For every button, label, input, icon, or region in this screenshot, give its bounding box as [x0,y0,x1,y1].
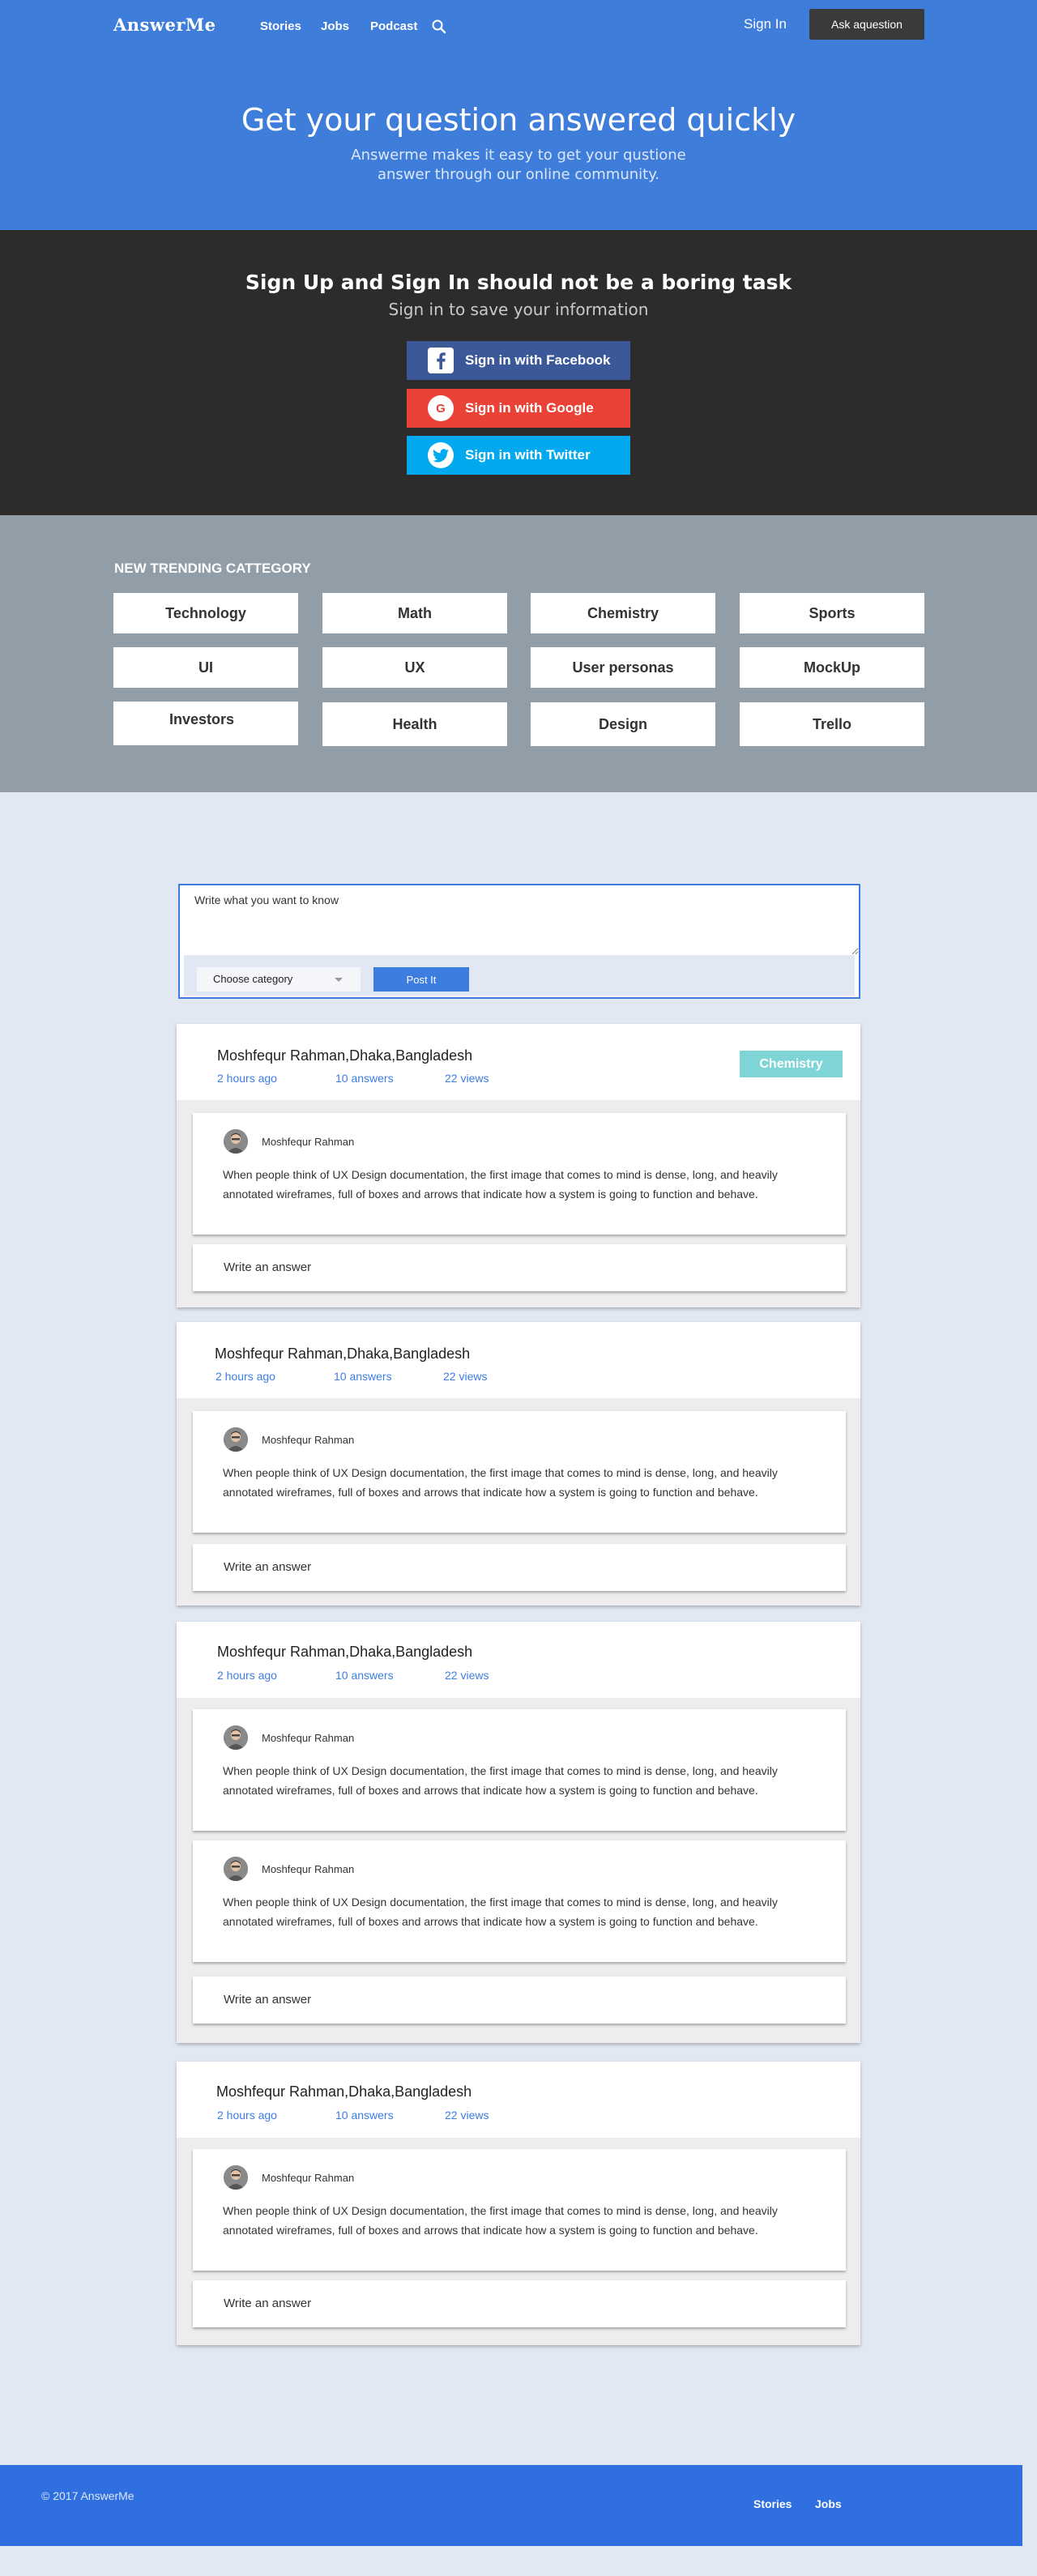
answer-text: When people think of UX Design documenta… [223,1168,778,1201]
google-icon: G [428,395,454,421]
copyright: © 2017 AnswerMe [41,2489,134,2502]
question-card: Moshfequr Rahman,Dhaka,Bangladesh 2 hour… [177,1024,860,1307]
nav-podcast[interactable]: Podcast [370,19,417,33]
write-answer-field[interactable]: Write an answer [193,1544,846,1591]
question-header: Moshfequr Rahman,Dhaka,Bangladesh 2 hour… [177,2062,860,2138]
question-views-count[interactable]: 22 views [445,2109,489,2122]
ask-toolbar: Choose category Post It [184,955,855,996]
question-time[interactable]: 2 hours ago [217,1669,277,1682]
answer-text: When people think of UX Design documenta… [223,1896,778,1928]
avatar[interactable] [224,1857,248,1881]
question-answers-count[interactable]: 10 answers [335,2109,394,2122]
facebook-signin-label: Sign in with Facebook [465,352,611,368]
question-author[interactable]: Moshfequr Rahman,Dhaka,Bangladesh [217,1644,472,1661]
question-answers-count[interactable]: 10 answers [335,1669,394,1682]
google-signin-button[interactable]: G Sign in with Google [407,389,630,428]
write-answer-field[interactable]: Write an answer [193,2280,846,2327]
answer-text: When people think of UX Design documenta… [223,1466,778,1499]
avatar[interactable] [224,2165,248,2190]
twitter-icon [428,442,454,468]
answer-item: Moshfequr Rahman When people think of UX… [193,1709,846,1831]
question-author[interactable]: Moshfequr Rahman,Dhaka,Bangladesh [216,2083,472,2100]
answer-author[interactable]: Moshfequr Rahman [262,1863,354,1875]
question-card: Moshfequr Rahman,Dhaka,Bangladesh 2 hour… [177,1322,860,1606]
answer-item: Moshfequr Rahman When people think of UX… [193,1411,846,1533]
avatar[interactable] [224,1427,248,1452]
category-sports[interactable]: Sports [740,593,924,633]
signin-title: Sign Up and Sign In should not be a bori… [245,271,792,294]
category-select[interactable]: Choose category [197,967,361,992]
ask-question-box: Choose category Post It [178,884,860,999]
facebook-icon [428,348,454,373]
footer-link-stories[interactable]: Stories [753,2497,792,2510]
write-answer-field[interactable]: Write an answer [193,1244,846,1291]
question-author[interactable]: Moshfequr Rahman,Dhaka,Bangladesh [217,1047,472,1064]
category-trello[interactable]: Trello [740,702,924,746]
question-input[interactable] [180,885,859,955]
category-ui[interactable]: UI [113,647,298,688]
hero-subtitle: Answerme makes it easy to get your qusti… [351,147,686,183]
avatar[interactable] [224,1725,248,1750]
hero-title: Get your question answered quickly [241,102,796,138]
footer: © 2017 AnswerMe Stories Jobs [0,2465,1022,2546]
answer-author[interactable]: Moshfequr Rahman [262,1434,354,1446]
twitter-signin-button[interactable]: Sign in with Twitter [407,436,630,475]
question-time[interactable]: 2 hours ago [217,2109,277,2122]
question-time[interactable]: 2 hours ago [217,1072,277,1085]
answer-author[interactable]: Moshfequr Rahman [262,1732,354,1744]
hero-header: AnswerMe Stories Jobs Podcast Sign In As… [0,0,1037,230]
answer-text: When people think of UX Design documenta… [223,1764,778,1797]
question-answers-count[interactable]: 10 answers [335,1072,394,1085]
question-card: Moshfequr Rahman,Dhaka,Bangladesh 2 hour… [177,1622,860,2043]
answer-author[interactable]: Moshfequr Rahman [262,1136,354,1148]
question-time[interactable]: 2 hours ago [216,1370,275,1383]
post-button[interactable]: Post It [373,967,469,992]
category-math[interactable]: Math [322,593,507,633]
question-header: Moshfequr Rahman,Dhaka,Bangladesh 2 hour… [177,1024,860,1100]
logo[interactable]: AnswerMe [113,15,216,35]
answer-text: When people think of UX Design documenta… [223,2204,778,2237]
trending-title: NEW TRENDING CATTEGORY [114,561,311,576]
category-design[interactable]: Design [531,702,715,746]
category-tag[interactable]: Chemistry [740,1051,843,1077]
category-chemistry[interactable]: Chemistry [531,593,715,633]
search-icon[interactable] [431,19,447,35]
question-header: Moshfequr Rahman,Dhaka,Bangladesh 2 hour… [177,1622,860,1698]
signin-section: Sign Up and Sign In should not be a bori… [0,230,1037,515]
category-technology[interactable]: Technology [113,593,298,633]
answer-item: Moshfequr Rahman When people think of UX… [193,1113,846,1235]
facebook-signin-button[interactable]: Sign in with Facebook [407,341,630,380]
ask-question-button[interactable]: Ask aquestion [809,9,924,40]
answer-author[interactable]: Moshfequr Rahman [262,2172,354,2184]
answer-item: Moshfequr Rahman When people think of UX… [193,2149,846,2271]
trending-section: NEW TRENDING CATTEGORY Technology Math C… [0,515,1037,792]
question-answers-count[interactable]: 10 answers [334,1370,392,1383]
category-investors[interactable]: Investors [113,702,298,745]
category-mockup[interactable]: MockUp [740,647,924,688]
nav-stories[interactable]: Stories [260,19,301,33]
question-views-count[interactable]: 22 views [445,1072,489,1085]
question-views-count[interactable]: 22 views [443,1370,487,1383]
google-signin-label: Sign in with Google [465,400,594,416]
category-health[interactable]: Health [322,702,507,746]
nav-jobs[interactable]: Jobs [321,19,349,33]
category-user-personas[interactable]: User personas [531,647,715,688]
category-select-value: Choose category [213,973,293,985]
category-ux[interactable]: UX [322,647,507,688]
signin-subtitle: Sign in to save your information [388,300,649,319]
answer-item: Moshfequr Rahman When people think of UX… [193,1840,846,1962]
sign-in-link[interactable]: Sign In [744,16,787,32]
question-header: Moshfequr Rahman,Dhaka,Bangladesh 2 hour… [177,1322,860,1398]
twitter-signin-label: Sign in with Twitter [465,447,591,463]
question-card: Moshfequr Rahman,Dhaka,Bangladesh 2 hour… [177,2062,860,2345]
chevron-down-icon [335,978,343,982]
avatar[interactable] [224,1129,248,1154]
write-answer-field[interactable]: Write an answer [193,1977,846,2024]
question-views-count[interactable]: 22 views [445,1669,489,1682]
question-author[interactable]: Moshfequr Rahman,Dhaka,Bangladesh [215,1346,470,1363]
footer-link-jobs[interactable]: Jobs [815,2497,842,2510]
